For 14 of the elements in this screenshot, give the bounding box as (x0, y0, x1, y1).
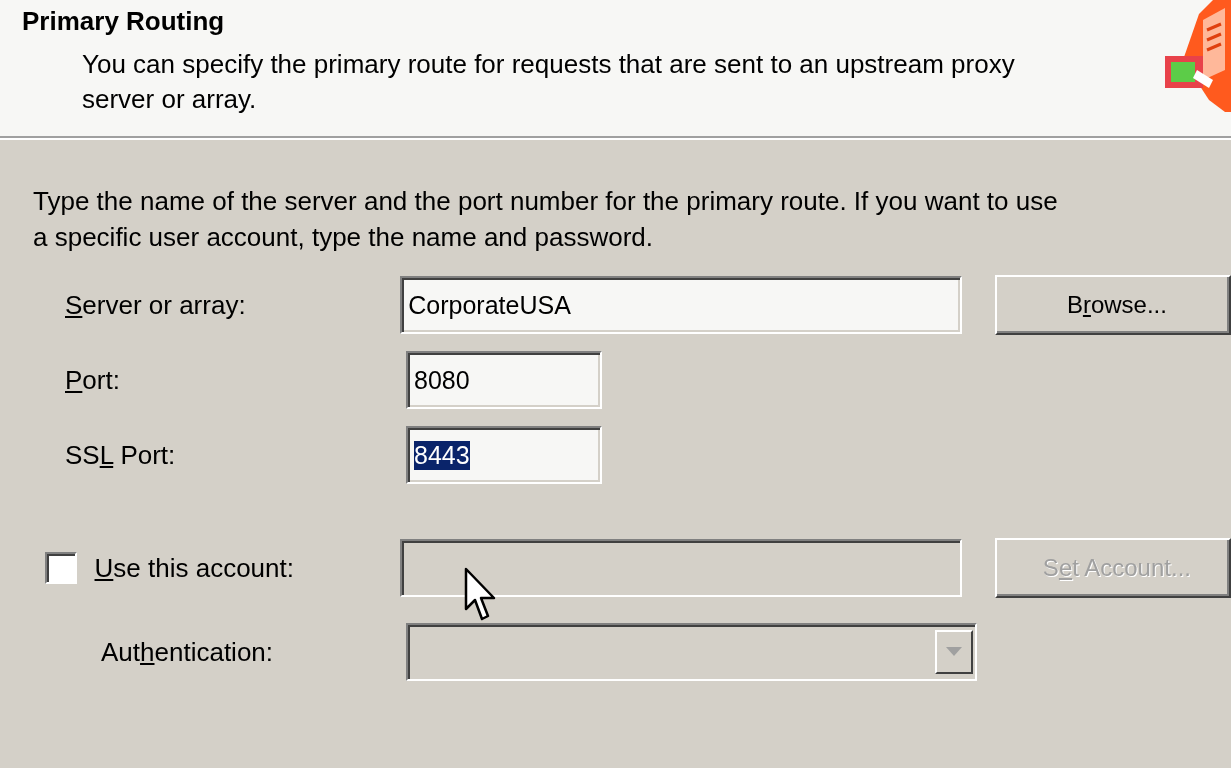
text-field[interactable]: CorporateUSA (400, 276, 962, 334)
page-title: Primary Routing (22, 6, 225, 37)
instruction-text: Type the name of the server and the port number for the primary route. If you want to use a specific user account, type the name and password. (33, 185, 1059, 254)
field-label: SSL Port: (65, 439, 177, 471)
dropdown-arrow-icon (946, 647, 962, 657)
field-label: Authentication: (101, 636, 275, 668)
text-field[interactable]: 8443 (406, 426, 602, 484)
text-field[interactable]: 8080 (406, 351, 602, 409)
page-description: You can specify the primary route for requests that are sent to an upstream proxy server or array. (82, 48, 1016, 116)
field-label: Use this account: (94, 552, 295, 584)
field-label: Server or array: (65, 289, 247, 321)
mouse-pointer-icon (464, 567, 498, 623)
field-label: Port: (65, 364, 121, 396)
dialog-button[interactable]: Browse... (994, 275, 1231, 335)
